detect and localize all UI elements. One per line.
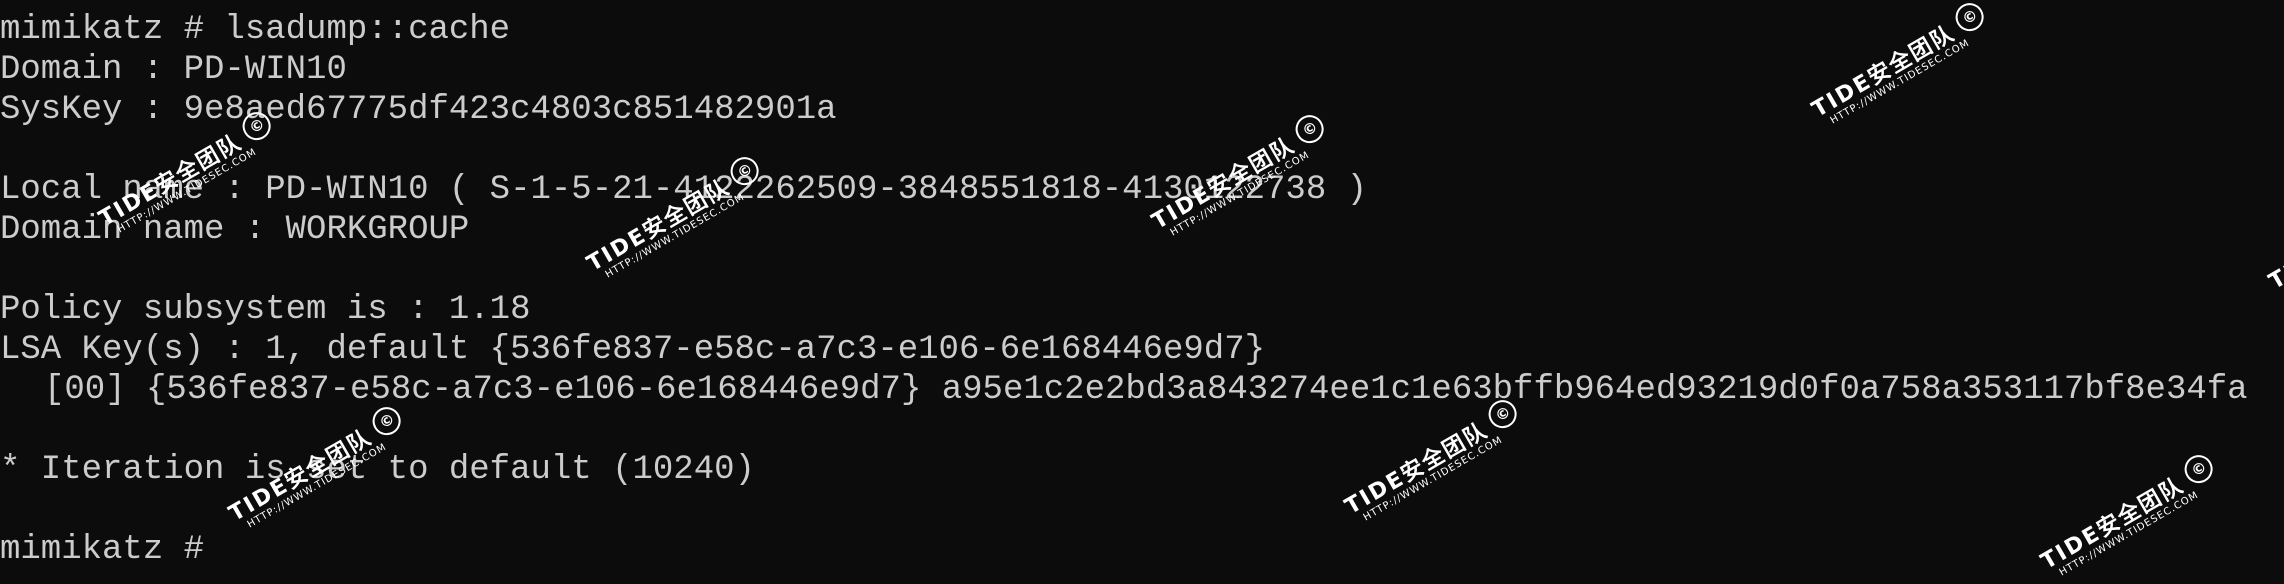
output-lsa-key-entry: [00] {536fe837-e58c-a7c3-e106-6e168446e9… [44, 371, 2248, 409]
output-local-name: Local name : PD-WIN10 ( S-1-5-21-4122262… [0, 171, 1368, 209]
terminal-window[interactable]: mimikatz # lsadump::cache Domain : PD-WI… [0, 0, 2284, 569]
output-iteration: * Iteration is set to default (10240) [0, 451, 755, 489]
output-domain: Domain : PD-WIN10 [0, 51, 347, 89]
prompt-text: mimikatz # [0, 531, 225, 569]
output-syskey: SysKey : 9e8aed67775df423c4803c851482901… [0, 91, 837, 129]
text-cursor [232, 530, 252, 562]
command-prompt[interactable]: mimikatz # [0, 530, 2284, 570]
output-lsa-keys: LSA Key(s) : 1, default {536fe837-e58c-a… [0, 331, 1266, 369]
output-domain-name: Domain name : WORKGROUP [0, 211, 470, 249]
command-line: mimikatz # lsadump::cache [0, 11, 511, 49]
output-policy-subsystem: Policy subsystem is : 1.18 [0, 291, 531, 329]
